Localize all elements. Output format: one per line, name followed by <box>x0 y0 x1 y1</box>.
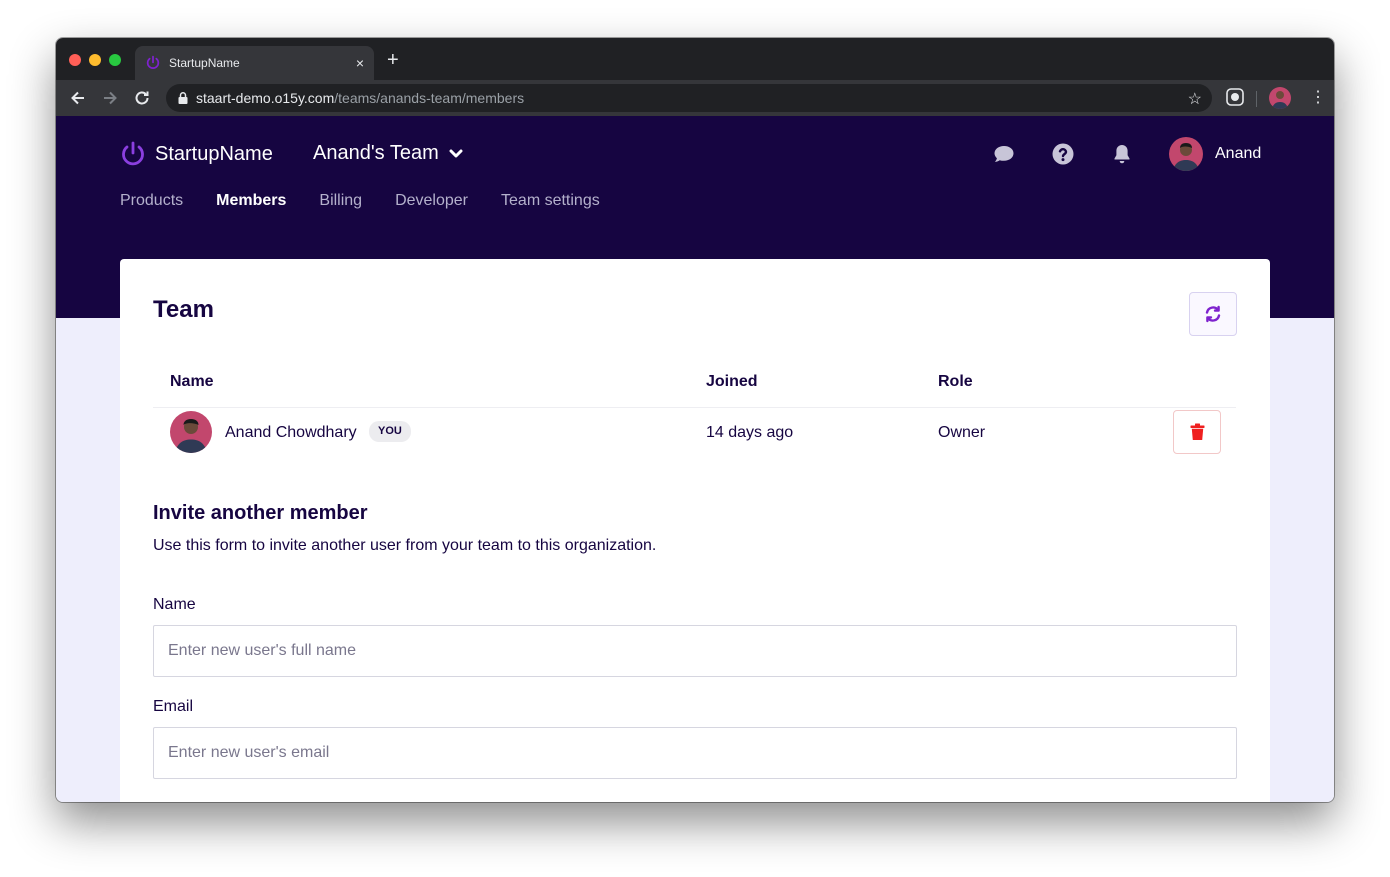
reload-icon[interactable] <box>132 88 152 108</box>
member-role: Owner <box>938 424 986 441</box>
browser-profile-avatar[interactable] <box>1269 87 1291 109</box>
member-name: Anand Chowdhary <box>225 424 357 441</box>
chevron-down-icon <box>449 149 463 157</box>
team-name: Anand's Team <box>313 142 439 164</box>
browser-menu-icon[interactable]: ⋮ <box>1310 89 1326 107</box>
maximize-window-button[interactable] <box>109 54 121 66</box>
browser-tab-strip: StartupName × + <box>56 38 1334 80</box>
team-switcher[interactable]: Anand's Team <box>313 142 463 165</box>
nav-members[interactable]: Members <box>216 192 286 210</box>
email-field[interactable] <box>153 727 1237 779</box>
help-icon[interactable] <box>1051 142 1075 166</box>
page-title: Team <box>153 296 214 323</box>
user-name: Anand <box>1215 145 1262 162</box>
nav-products[interactable]: Products <box>120 192 183 210</box>
brand-logo[interactable]: StartupName <box>120 140 273 168</box>
avatar <box>170 411 212 453</box>
browser-toolbar: staart-demo.o15y.com/teams/anands-team/m… <box>56 80 1334 116</box>
url-host: staart-demo.o15y.com <box>196 90 335 106</box>
new-tab-button[interactable]: + <box>387 50 399 70</box>
power-icon <box>146 55 160 70</box>
refresh-button[interactable] <box>1189 292 1237 336</box>
trash-icon <box>1190 423 1204 440</box>
browser-tab-active[interactable]: StartupName × <box>135 46 374 80</box>
close-window-button[interactable] <box>69 54 81 66</box>
invite-title: Invite another member <box>153 502 368 524</box>
team-card: Team Name Joined Role Anand Chowdhary YO… <box>120 259 1270 802</box>
tab-title: StartupName <box>169 56 240 70</box>
name-field[interactable] <box>153 625 1237 677</box>
power-icon <box>122 141 144 166</box>
close-tab-button[interactable]: × <box>356 54 364 72</box>
invite-description: Use this form to invite another user fro… <box>153 537 657 554</box>
brand-name: StartupName <box>155 142 273 165</box>
table-divider <box>153 407 1236 408</box>
lock-icon <box>178 92 188 104</box>
email-field-label: Email <box>153 698 194 715</box>
bell-icon[interactable] <box>1110 142 1134 166</box>
nav-developer[interactable]: Developer <box>395 192 468 210</box>
column-header-name: Name <box>170 373 214 390</box>
chat-icon[interactable] <box>992 142 1016 166</box>
avatar <box>1169 137 1203 171</box>
nav-billing[interactable]: Billing <box>319 192 362 210</box>
delete-member-button[interactable] <box>1173 410 1221 454</box>
column-header-joined: Joined <box>706 373 758 390</box>
nav-team-settings[interactable]: Team settings <box>501 192 600 210</box>
bookmark-star-icon[interactable]: ☆ <box>1188 89 1202 109</box>
toolbar-divider <box>1256 91 1257 107</box>
you-badge: YOU <box>369 421 411 442</box>
extension-record-icon[interactable] <box>1226 88 1244 106</box>
browser-window: StartupName × + staart-demo.o15y.com/tea… <box>56 38 1334 802</box>
name-field-label: Name <box>153 596 196 613</box>
member-joined: 14 days ago <box>706 424 794 441</box>
team-nav: Products Members Billing Developer Team … <box>120 192 633 210</box>
url-path: /teams/anands-team/members <box>334 90 525 106</box>
forward-icon[interactable] <box>100 88 120 108</box>
minimize-window-button[interactable] <box>89 54 101 66</box>
column-header-role: Role <box>938 373 973 390</box>
user-menu[interactable]: Anand <box>1169 137 1261 171</box>
back-icon[interactable] <box>68 88 88 108</box>
refresh-icon <box>1205 305 1221 323</box>
app-page: StartupName Anand's Team Anand Products … <box>56 116 1334 802</box>
address-bar[interactable]: staart-demo.o15y.com/teams/anands-team/m… <box>166 84 1212 112</box>
